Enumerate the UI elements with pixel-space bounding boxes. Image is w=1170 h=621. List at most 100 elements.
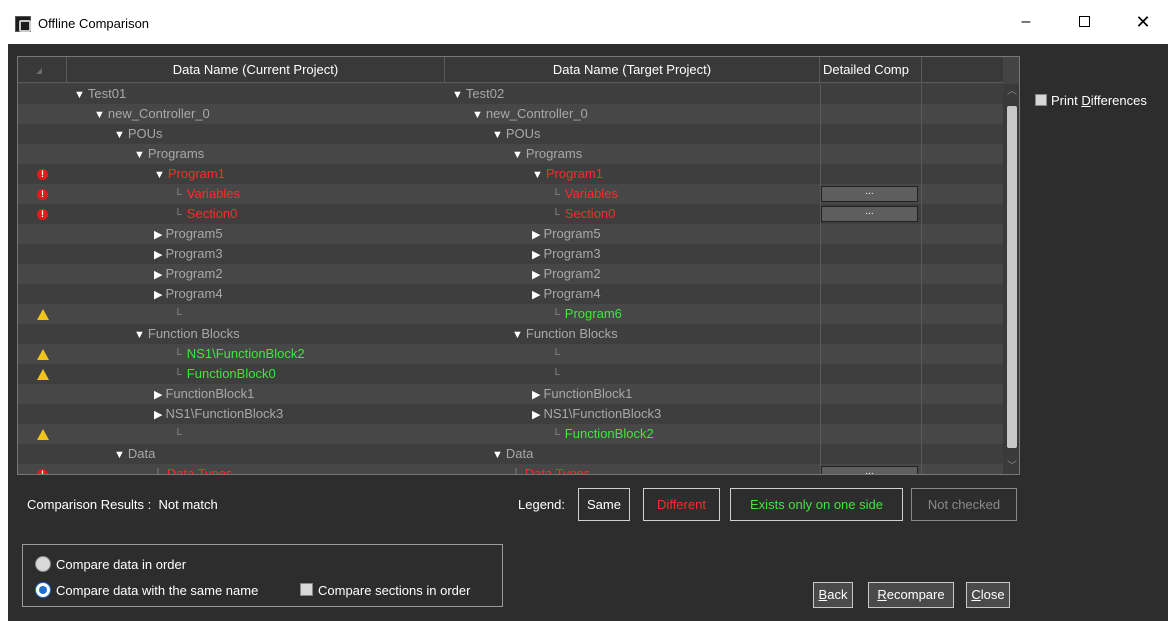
compare-in-order-label[interactable]: Compare data in order [56,557,186,572]
table-row[interactable]: └ FunctionBlock0 └ [18,364,1003,384]
column-header-status[interactable] [18,57,67,83]
maximize-button[interactable] [1071,10,1097,34]
current-name-cell[interactable]: ▼ Programs [67,144,445,164]
target-name-cell[interactable]: ▶ Program2 [445,264,820,284]
target-name-cell[interactable]: ▼ new_Controller_0 [445,104,820,124]
expand-down-icon[interactable]: ▼ [114,129,125,141]
table-row[interactable]: ▶ Program3 ▶ Program3 [18,244,1003,264]
detailed-comparison-button[interactable]: ... [821,186,918,202]
print-differences-label[interactable]: Print Differences [1051,93,1147,108]
table-row[interactable]: ! └ Section0 └ Section0... [18,204,1003,224]
table-row[interactable]: ▶ Program4 ▶ Program4 [18,284,1003,304]
target-name-cell[interactable]: ▶ Program5 [445,224,820,244]
table-row[interactable]: ▼ Programs ▼ Programs [18,144,1003,164]
target-name-cell[interactable]: ▶ Program4 [445,284,820,304]
expand-right-icon[interactable]: ▶ [154,229,162,241]
current-name-cell[interactable]: ▶ NS1\FunctionBlock3 [67,404,445,424]
compare-same-name-label[interactable]: Compare data with the same name [56,583,258,598]
column-header-current-project[interactable]: Data Name (Current Project) [67,57,445,83]
expand-right-icon[interactable]: ▶ [532,409,540,421]
expand-right-icon[interactable]: ▶ [532,289,540,301]
detailed-comparison-button[interactable]: ... [821,466,918,474]
current-name-cell[interactable]: ▼ Program1 [67,164,445,184]
expand-right-icon[interactable]: ▶ [154,269,162,281]
minimize-button[interactable]: – [1013,10,1039,34]
target-name-cell[interactable]: ▼ Program1 [445,164,820,184]
target-name-cell[interactable]: └ [445,344,820,364]
table-row[interactable]: ! └ Variables └ Variables... [18,184,1003,204]
current-name-cell[interactable]: ▶ Program2 [67,264,445,284]
current-name-cell[interactable]: ▼ new_Controller_0 [67,104,445,124]
detailed-comparison-button[interactable]: ... [821,206,918,222]
table-row[interactable]: ! ▼ Program1 ▼ Program1 [18,164,1003,184]
expand-right-icon[interactable]: ▶ [154,289,162,301]
compare-sections-label[interactable]: Compare sections in order [318,583,470,598]
current-name-cell[interactable]: └ Variables [67,184,445,204]
current-name-cell[interactable]: ▼ Data [67,444,445,464]
table-row[interactable]: ▼ Data ▼ Data [18,444,1003,464]
back-button[interactable]: Back [813,582,853,608]
scroll-thumb[interactable] [1007,106,1017,448]
compare-in-order-radio[interactable] [35,556,51,572]
expand-down-icon[interactable]: ▼ [134,149,145,161]
table-row[interactable]: ▶ FunctionBlock1 ▶ FunctionBlock1 [18,384,1003,404]
current-name-cell[interactable]: └ [67,424,445,444]
table-row[interactable]: └ NS1\FunctionBlock2 └ [18,344,1003,364]
close-button[interactable]: Close [966,582,1010,608]
expand-right-icon[interactable]: ▶ [154,249,162,261]
recompare-button[interactable]: Recompare [868,582,954,608]
current-name-cell[interactable]: └ Section0 [67,204,445,224]
target-name-cell[interactable]: ▼ POUs [445,124,820,144]
table-row[interactable]: ▼ POUs ▼ POUs [18,124,1003,144]
expand-right-icon[interactable]: ▶ [532,389,540,401]
table-row[interactable]: └ └ Program6 [18,304,1003,324]
table-row[interactable]: ▼ Test01 ▼ Test02 [18,84,1003,104]
expand-down-icon[interactable]: ▼ [512,149,523,161]
target-name-cell[interactable]: ▼ Test02 [445,84,820,104]
vertical-scrollbar[interactable]: ︿ ﹀ [1003,84,1019,474]
current-name-cell[interactable]: ▼ Test01 [67,84,445,104]
current-name-cell[interactable]: └ Data Types [67,464,445,474]
target-name-cell[interactable]: ▼ Data [445,444,820,464]
expand-right-icon[interactable]: ▶ [532,229,540,241]
target-name-cell[interactable]: ▶ FunctionBlock1 [445,384,820,404]
table-row[interactable]: ▶ Program2 ▶ Program2 [18,264,1003,284]
expand-down-icon[interactable]: ▼ [532,169,543,181]
column-header-target-project[interactable]: Data Name (Target Project) [445,57,820,83]
expand-down-icon[interactable]: ▼ [74,89,85,101]
target-name-cell[interactable]: ▼ Programs [445,144,820,164]
current-name-cell[interactable]: ▶ Program3 [67,244,445,264]
expand-down-icon[interactable]: ▼ [154,169,165,181]
target-name-cell[interactable]: ▶ Program3 [445,244,820,264]
expand-down-icon[interactable]: ▼ [472,109,483,121]
expand-right-icon[interactable]: ▶ [532,249,540,261]
target-name-cell[interactable]: └ Program6 [445,304,820,324]
target-name-cell[interactable]: ▶ NS1\FunctionBlock3 [445,404,820,424]
target-name-cell[interactable]: └ Section0 [445,204,820,224]
expand-down-icon[interactable]: ▼ [492,129,503,141]
table-row[interactable]: ▶ Program5 ▶ Program5 [18,224,1003,244]
compare-sections-checkbox[interactable] [300,583,313,596]
expand-down-icon[interactable]: ▼ [512,329,523,341]
expand-down-icon[interactable]: ▼ [452,89,463,101]
compare-same-name-radio[interactable] [35,582,51,598]
target-name-cell[interactable]: └ Data Types [445,464,820,474]
table-row[interactable]: └ └ FunctionBlock2 [18,424,1003,444]
current-name-cell[interactable]: └ NS1\FunctionBlock2 [67,344,445,364]
current-name-cell[interactable]: ▼ POUs [67,124,445,144]
target-name-cell[interactable]: └ FunctionBlock2 [445,424,820,444]
expand-down-icon[interactable]: ▼ [114,449,125,461]
expand-right-icon[interactable]: ▶ [532,269,540,281]
current-name-cell[interactable]: ▶ FunctionBlock1 [67,384,445,404]
current-name-cell[interactable]: └ [67,304,445,324]
target-name-cell[interactable]: └ Variables [445,184,820,204]
table-row[interactable]: ▼ Function Blocks ▼ Function Blocks [18,324,1003,344]
column-header-detailed-comparison[interactable]: Detailed Comp [820,57,922,83]
current-name-cell[interactable]: ▶ Program5 [67,224,445,244]
expand-right-icon[interactable]: ▶ [154,409,162,421]
scroll-up-icon[interactable]: ︿ [1007,87,1017,97]
target-name-cell[interactable]: ▼ Function Blocks [445,324,820,344]
close-window-button[interactable]: ✕ [1130,10,1156,34]
current-name-cell[interactable]: ▼ Function Blocks [67,324,445,344]
current-name-cell[interactable]: └ FunctionBlock0 [67,364,445,384]
